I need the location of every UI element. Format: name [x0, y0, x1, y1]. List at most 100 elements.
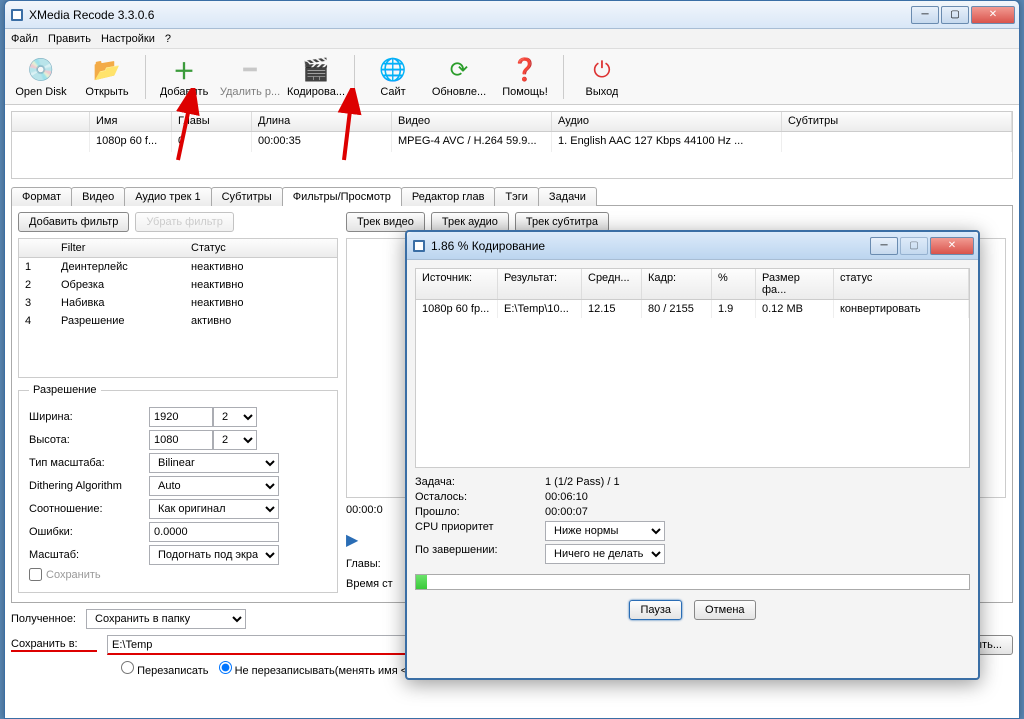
open-disk-label: Open Disk [15, 86, 66, 98]
filter-row[interactable]: 4Разрешениеактивно [19, 312, 337, 330]
update-label: Обновле... [432, 86, 486, 98]
add-button[interactable]: ＋Добавить [152, 51, 216, 103]
open-button[interactable]: 📂 Открыть [75, 51, 139, 103]
col-length[interactable]: Длина [252, 112, 392, 131]
pause-button[interactable]: Пауза [629, 600, 682, 620]
toolbar: 💿 Open Disk 📂 Открыть ＋Добавить ━ Удалить р… [5, 49, 1019, 105]
encode-button[interactable]: 🎬 Кодирова... [284, 51, 348, 103]
add-filter-button[interactable]: Добавить фильтр [18, 212, 129, 232]
help-label: Помощь! [502, 86, 548, 98]
menu-settings[interactable]: Настройки [101, 33, 155, 45]
window-controls: ─ ▢ ✕ [911, 6, 1015, 24]
exit-label: Выход [586, 86, 619, 98]
col-status[interactable]: Статус [185, 239, 337, 257]
cancel-button[interactable]: Отмена [694, 600, 755, 620]
track-video-button[interactable]: Трек видео [346, 212, 425, 232]
help-icon: ❓ [511, 56, 539, 84]
output-result-select[interactable]: Сохранить в папку [86, 609, 246, 629]
remove-button: ━ Удалить р... [218, 51, 282, 103]
tab-chapters[interactable]: Редактор глав [401, 187, 496, 206]
remove-filter-button: Убрать фильтр [135, 212, 234, 232]
update-button[interactable]: ⟳ Обновле... [427, 51, 491, 103]
progress-bar [415, 574, 970, 590]
overwrite-radio[interactable]: Перезаписать [121, 661, 209, 677]
app-title: XMedia Recode 3.3.0.6 [29, 8, 911, 22]
save-crop-checkbox[interactable] [29, 568, 42, 581]
modal-close-button[interactable]: ✕ [930, 237, 974, 255]
errors-input[interactable] [149, 522, 279, 542]
tab-subtitles[interactable]: Субтитры [211, 187, 283, 206]
col-name[interactable]: Имя [90, 112, 172, 131]
exit-button[interactable]: ⏻ Выход [570, 51, 634, 103]
tab-video[interactable]: Видео [71, 187, 125, 206]
filter-table: Filter Статус 1Деинтерлейснеактивно2Обре… [18, 238, 338, 378]
modal-minimize-button[interactable]: ─ [870, 237, 898, 255]
site-label: Сайт [380, 86, 405, 98]
output-result-label: Полученное: [11, 613, 76, 625]
width-input[interactable] [149, 407, 213, 427]
filter-row[interactable]: 1Деинтерлейснеактивно [19, 258, 337, 276]
minimize-button[interactable]: ─ [911, 6, 939, 24]
play-icon[interactable]: ▶ [346, 532, 358, 549]
col-filter[interactable]: Filter [55, 239, 185, 257]
width-mult[interactable]: 2 [213, 407, 257, 427]
col-video[interactable]: Видео [392, 112, 552, 131]
menu-help[interactable]: ? [165, 33, 171, 45]
resolution-legend: Разрешение [29, 384, 101, 396]
main-titlebar[interactable]: XMedia Recode 3.3.0.6 ─ ▢ ✕ [5, 1, 1019, 29]
refresh-icon: ⟳ [445, 56, 473, 84]
ratio-select[interactable]: Как оригинал [149, 499, 279, 519]
resolution-fieldset: Разрешение Ширина: 2 Высота: 2 Тип масшт… [18, 384, 338, 593]
file-table: Имя Главы Длина Видео Аудио Субтитры 108… [11, 111, 1013, 179]
filter-row[interactable]: 3Набивканеактивно [19, 294, 337, 312]
globe-icon: 🌐 [379, 56, 407, 84]
track-sub-button[interactable]: Трек субтитра [515, 212, 609, 232]
encoding-dialog: 1.86 % Кодирование ─ ▢ ✕ Источник: Резул… [405, 230, 980, 680]
scale-type-select[interactable]: Bilinear [149, 453, 279, 473]
after-complete-select[interactable]: Ничего не делать [545, 544, 665, 564]
help-button[interactable]: ❓ Помощь! [493, 51, 557, 103]
track-audio-button[interactable]: Трек аудио [431, 212, 509, 232]
close-button[interactable]: ✕ [971, 6, 1015, 24]
menubar: Файл Править Настройки ? [5, 29, 1019, 49]
height-mult[interactable]: 2 [213, 430, 257, 450]
modal-title: 1.86 % Кодирование [431, 239, 870, 253]
col-subtitles[interactable]: Субтитры [782, 112, 1012, 131]
tabs: Формат Видео Аудио трек 1 Субтитры Фильт… [11, 187, 1013, 206]
menu-edit[interactable]: Править [48, 33, 91, 45]
cpu-priority-select[interactable]: Ниже нормы [545, 521, 665, 541]
encode-label: Кодирова... [287, 86, 345, 98]
file-row[interactable]: 1080p 60 f... 0 00:00:35 MPEG-4 AVC / H.… [12, 132, 1012, 152]
zoom-select[interactable]: Подогнать под экран [149, 545, 279, 565]
open-label: Открыть [85, 86, 128, 98]
folder-icon: 📂 [93, 56, 121, 84]
tab-tasks[interactable]: Задачи [538, 187, 597, 206]
save-path-label: Сохранить в: [11, 638, 97, 652]
encode-icon: 🎬 [302, 56, 330, 84]
app-icon [9, 7, 25, 23]
tab-audio[interactable]: Аудио трек 1 [124, 187, 211, 206]
exit-icon: ⏻ [588, 56, 616, 84]
disk-icon: 💿 [27, 56, 55, 84]
modal-titlebar[interactable]: 1.86 % Кодирование ─ ▢ ✕ [407, 232, 978, 260]
filter-row[interactable]: 2Обрезканеактивно [19, 276, 337, 294]
modal-maximize-button: ▢ [900, 237, 928, 255]
open-disk-button[interactable]: 💿 Open Disk [9, 51, 73, 103]
remove-label: Удалить р... [220, 86, 280, 98]
menu-file[interactable]: Файл [11, 33, 38, 45]
encoding-table: Источник: Результат: Средн... Кадр: % Ра… [415, 268, 970, 468]
site-button[interactable]: 🌐 Сайт [361, 51, 425, 103]
plus-icon: ＋ [170, 56, 198, 84]
tab-format[interactable]: Формат [11, 187, 72, 206]
col-audio[interactable]: Аудио [552, 112, 782, 131]
preview-time: 00:00:0 [346, 504, 383, 516]
tab-tags[interactable]: Тэги [494, 187, 539, 206]
dither-select[interactable]: Auto [149, 476, 279, 496]
minus-icon: ━ [236, 56, 264, 84]
encoding-row[interactable]: 1080p 60 fp... E:\Temp\10... 12.15 80 / … [416, 300, 969, 318]
maximize-button[interactable]: ▢ [941, 6, 969, 24]
col-chapters[interactable]: Главы [172, 112, 252, 131]
app-icon [411, 238, 427, 254]
height-input[interactable] [149, 430, 213, 450]
tab-filters[interactable]: Фильтры/Просмотр [282, 187, 402, 206]
